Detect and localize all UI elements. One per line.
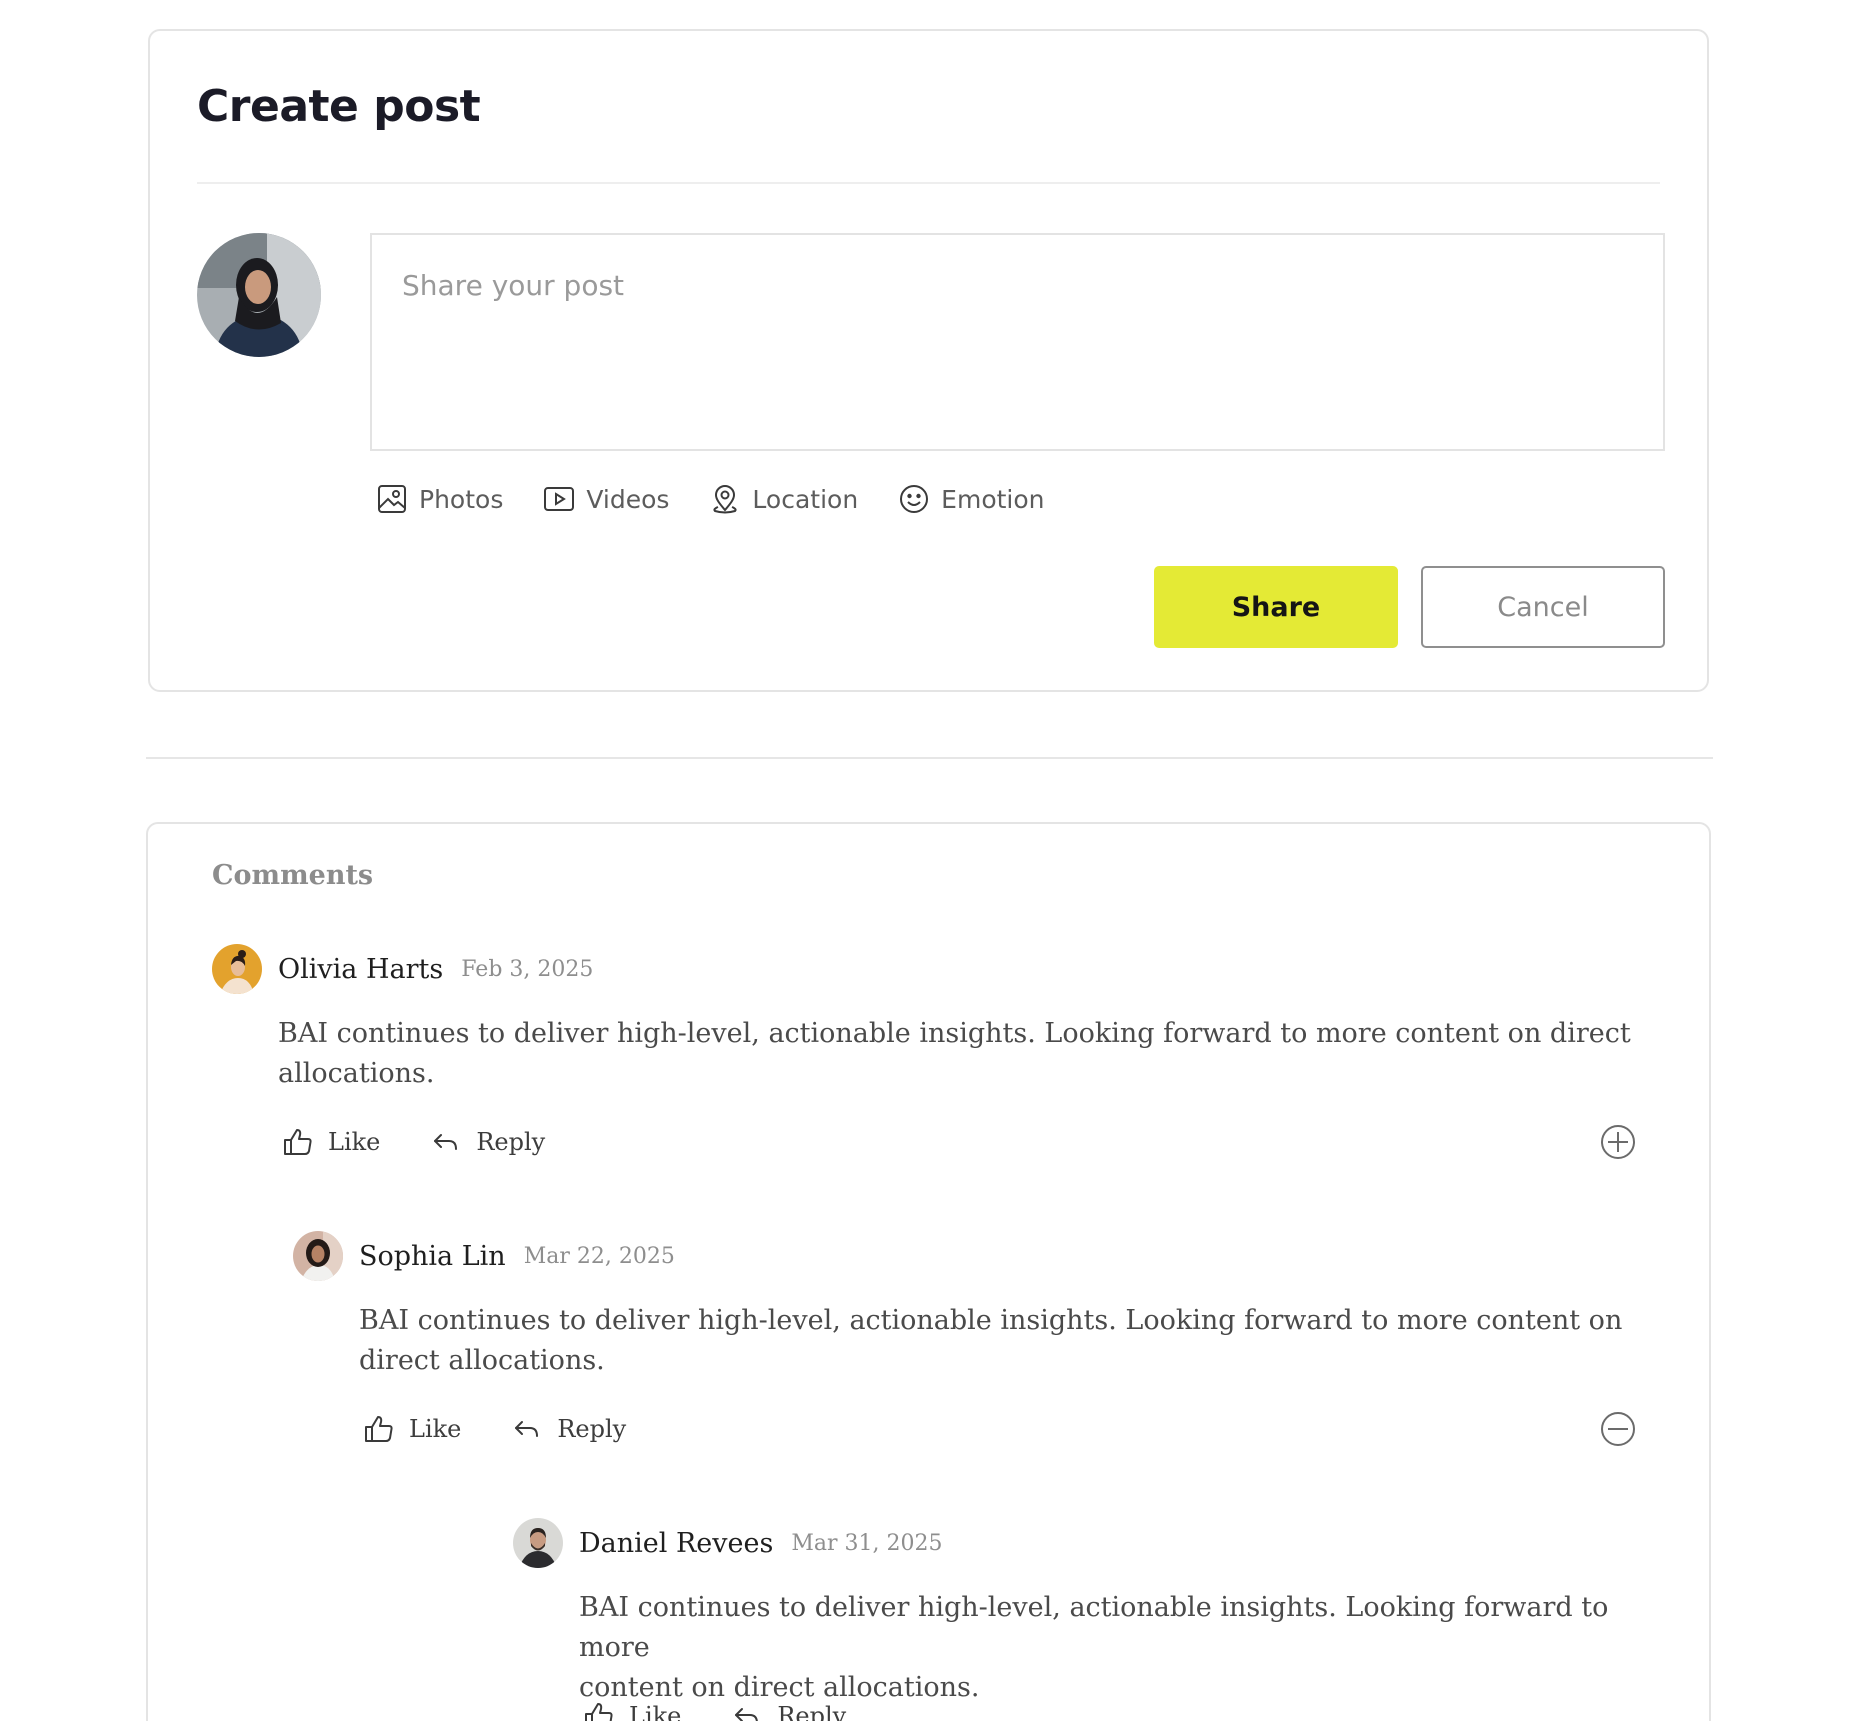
like-button[interactable]: Like [583, 1700, 681, 1721]
thumbs-up-icon [585, 1703, 613, 1721]
emotion-label: Emotion [941, 484, 1045, 514]
like-label: Like [409, 1415, 462, 1443]
comment-body-line: BAI continues to deliver high-level, act… [278, 1018, 1631, 1049]
like-button[interactable]: Like [282, 1126, 380, 1158]
comment-body-line: BAI continues to deliver high-level, act… [359, 1305, 1623, 1336]
avatar [293, 1231, 343, 1281]
reply-arrow-icon [434, 1134, 458, 1150]
emotion-button[interactable]: Emotion [898, 483, 1045, 515]
photos-button[interactable]: Photos [376, 483, 503, 515]
cancel-button[interactable]: Cancel [1421, 566, 1665, 648]
videos-label: Videos [586, 484, 670, 514]
reply-arrow-icon [515, 1421, 539, 1437]
videos-button[interactable]: Videos [543, 483, 669, 515]
comment-date: Mar 22, 2025 [523, 1243, 675, 1269]
photos-label: Photos [419, 484, 504, 514]
reply-label: Reply [557, 1415, 627, 1443]
photo-icon [378, 485, 406, 513]
reply-button[interactable]: Reply [511, 1413, 626, 1445]
share-button[interactable]: Share [1154, 566, 1398, 648]
avatar [212, 944, 262, 994]
comments-card: Comments Olivia Harts Feb 3, 2025 BAI co… [146, 822, 1711, 1721]
comment-body: BAI continues to deliver high-level, act… [359, 1301, 1622, 1381]
comment-body: BAI continues to deliver high-level, act… [278, 1014, 1631, 1094]
comment-author: Sophia Lin [359, 1240, 506, 1272]
title-divider [197, 182, 1660, 184]
like-label: Like [328, 1128, 381, 1156]
avatar [197, 233, 321, 357]
create-post-card: Create post Photos Vide [148, 29, 1709, 692]
reply-label: Reply [476, 1128, 546, 1156]
comment-date: Mar 31, 2025 [791, 1530, 943, 1556]
smiley-icon [900, 485, 929, 513]
minus-circle-icon[interactable] [1600, 1411, 1636, 1447]
comment-body-line: direct allocations. [359, 1345, 605, 1376]
plus-circle-icon[interactable] [1600, 1124, 1636, 1160]
comment-author: Olivia Harts [278, 953, 444, 985]
page-title: Create post [197, 81, 481, 132]
section-divider [146, 757, 1713, 759]
comment-body-line: allocations. [278, 1058, 435, 1089]
comments-title: Comments [212, 860, 374, 891]
post-input[interactable] [370, 233, 1665, 451]
reply-arrow-icon [735, 1708, 759, 1721]
video-icon [544, 487, 575, 511]
location-label: Location [752, 484, 859, 514]
comment-date: Feb 3, 2025 [461, 956, 594, 982]
like-label: Like [629, 1702, 682, 1721]
comment-item: Daniel Revees Mar 31, 2025 BAI continues… [513, 1518, 1663, 1721]
comment-item: Olivia Harts Feb 3, 2025 BAI continues t… [212, 944, 1652, 1174]
reply-label: Reply [777, 1702, 847, 1721]
like-button[interactable]: Like [363, 1413, 461, 1445]
attachment-toolbar: Photos Videos Location Emotion [376, 479, 1085, 519]
avatar [513, 1518, 563, 1568]
thumbs-up-icon [365, 1416, 393, 1442]
comment-body: BAI continues to deliver high-level, act… [579, 1588, 1663, 1708]
reply-button[interactable]: Reply [430, 1126, 545, 1158]
thumbs-up-icon [284, 1129, 312, 1155]
reply-button[interactable]: Reply [731, 1700, 846, 1721]
comment-body-line: BAI continues to deliver high-level, act… [579, 1592, 1609, 1663]
comment-author: Daniel Revees [579, 1527, 774, 1559]
location-button[interactable]: Location [709, 483, 858, 515]
comment-item: Sophia Lin Mar 22, 2025 BAI continues to… [293, 1231, 1653, 1461]
location-pin-icon [713, 485, 737, 514]
